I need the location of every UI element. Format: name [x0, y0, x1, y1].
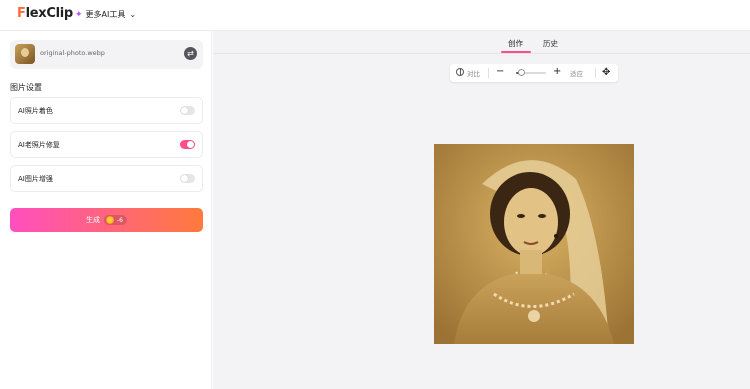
chevron-down-icon: ⌄ [129, 10, 137, 19]
toggle-ai-enhance[interactable] [180, 174, 195, 183]
zoom-slider-knob[interactable] [518, 69, 525, 76]
portrait-photo [434, 144, 634, 344]
more-ai-tools-dropdown[interactable]: ✦ 更多AI工具 ⌄ [75, 9, 136, 20]
credit-cost: -6 [117, 216, 123, 224]
option-label: AI照片着色 [18, 107, 53, 115]
compare-label[interactable]: 对比 [467, 68, 480, 78]
top-header: F lexClip ✦ 更多AI工具 ⌄ [0, 0, 750, 31]
zoom-in-button[interactable]: + [553, 66, 561, 77]
coin-icon [106, 216, 114, 224]
option-ai-restore: AI老照片修复 [10, 131, 203, 158]
option-ai-enhance: AI图片增强 [10, 165, 203, 192]
file-name: original-photo.webp [40, 49, 105, 57]
sparkle-icon: ✦ [75, 9, 83, 20]
settings-panel: original-photo.webp ⇄ 图片设置 AI照片着色 AI老照片修… [0, 31, 212, 389]
move-icon[interactable]: ✥ [602, 67, 610, 78]
generate-button[interactable]: 生成 -6 [10, 208, 203, 232]
flexclip-logo[interactable]: F lexClip [17, 6, 73, 21]
tab-history[interactable]: 历史 [543, 38, 558, 49]
section-title: 图片设置 [10, 83, 42, 92]
canvas-area: 创作 历史 对比 − + 适应 ✥ [213, 31, 750, 389]
portrait-illustration [434, 144, 634, 344]
active-tab-indicator [501, 51, 531, 53]
logo-mark: F [17, 6, 26, 21]
divider [595, 68, 596, 78]
compare-icon[interactable] [456, 68, 464, 76]
generate-label: 生成 [86, 216, 100, 224]
canvas-toolbar: 对比 − + 适应 ✥ [450, 64, 618, 82]
option-ai-colorize: AI照片着色 [10, 97, 203, 124]
credit-cost-badge: -6 [104, 215, 127, 225]
zoom-slider[interactable] [516, 69, 546, 76]
logo-text: lexClip [25, 6, 74, 21]
fit-button[interactable]: 适应 [570, 68, 583, 78]
zoom-out-button[interactable]: − [496, 66, 504, 77]
uploaded-file-card: original-photo.webp ⇄ [10, 40, 203, 69]
divider [488, 68, 489, 78]
more-ai-tools-label: 更多AI工具 [85, 10, 126, 19]
toggle-ai-colorize[interactable] [180, 106, 195, 115]
option-label: AI老照片修复 [18, 141, 60, 149]
swap-icon[interactable]: ⇄ [184, 47, 197, 60]
tab-create[interactable]: 创作 [508, 38, 523, 49]
option-label: AI图片增强 [18, 175, 53, 183]
photo-thumbnail [15, 44, 35, 64]
toggle-ai-restore[interactable] [180, 140, 195, 149]
tabs-bar: 创作 历史 [213, 31, 750, 54]
